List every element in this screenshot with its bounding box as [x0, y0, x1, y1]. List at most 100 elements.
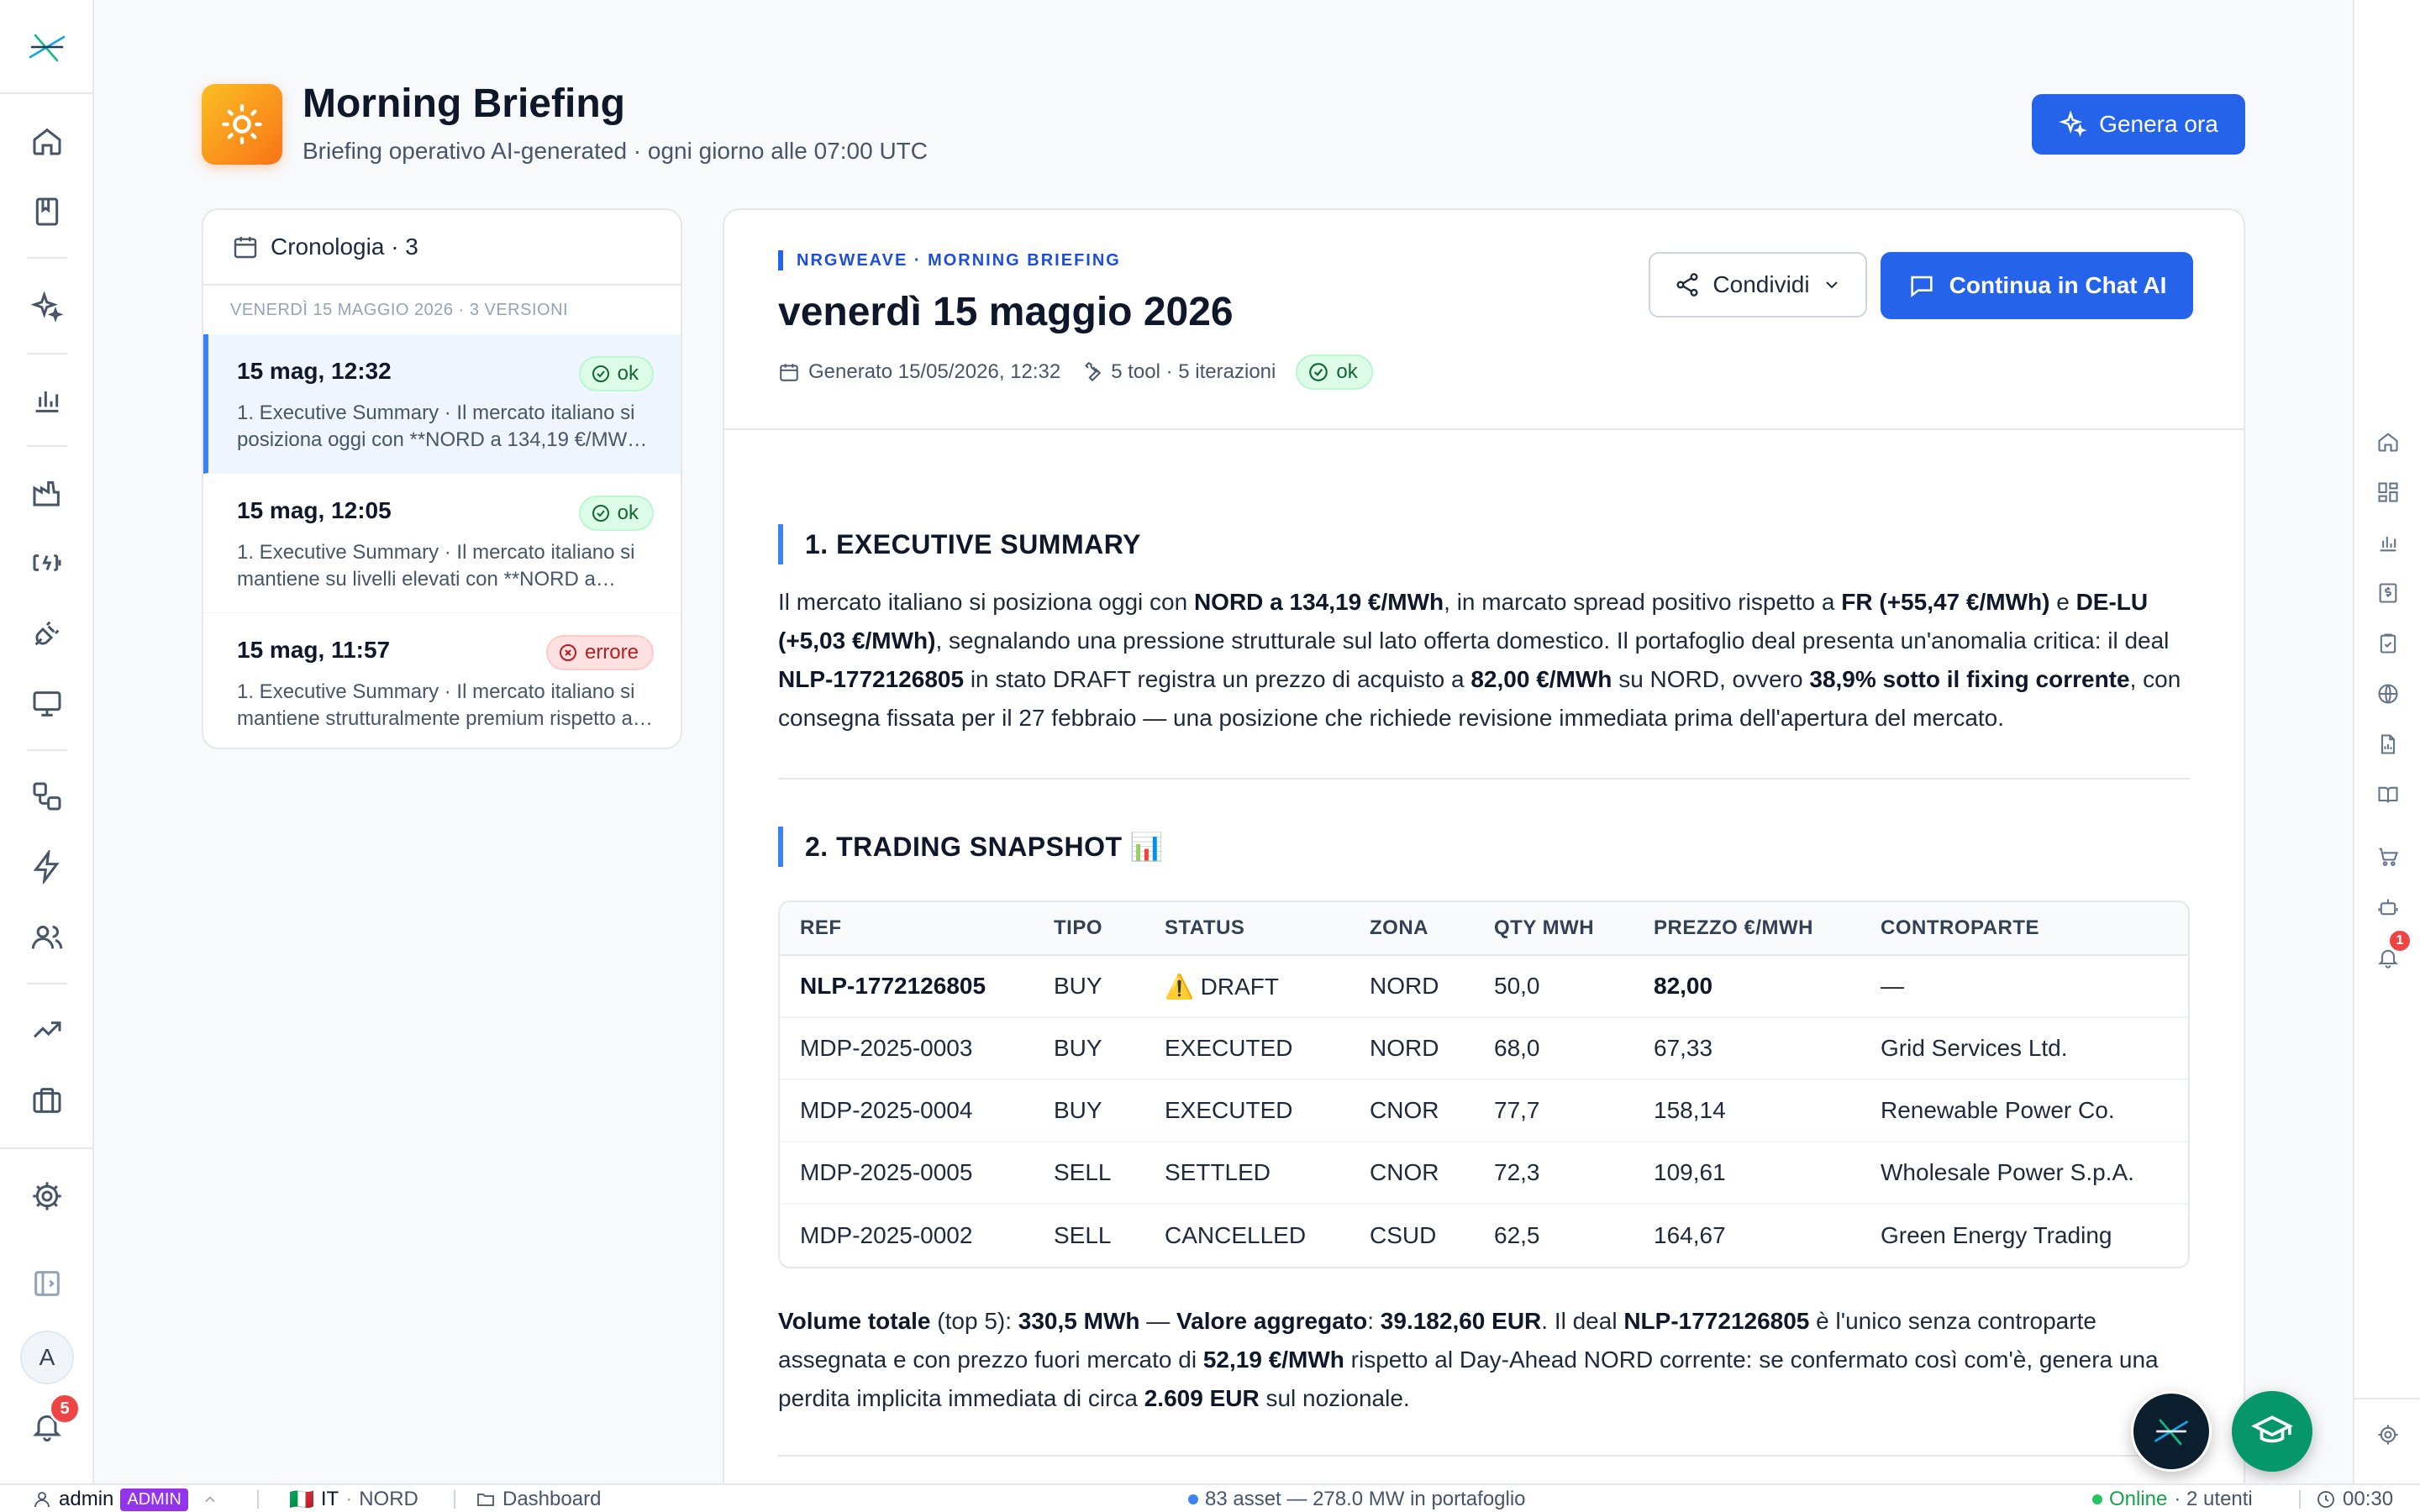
calendar-icon: [780, 364, 798, 381]
status-badge: ok: [578, 496, 654, 531]
deal-counterparty: Green Energy Trading: [1881, 1222, 2112, 1248]
chevron-down-icon: [1825, 281, 1838, 289]
deal-ref: MDP-2025-0002: [800, 1222, 973, 1248]
column-header[interactable]: STATUS: [1144, 902, 1349, 956]
trending-up-icon[interactable]: [27, 1010, 67, 1050]
market-zone-selector[interactable]: 🇮🇹 IT · NORD: [289, 1485, 418, 1512]
portfolio-assets: 83 asset — 278.0 MW in portafoglio: [1205, 1488, 1526, 1510]
dashboard-grid-icon[interactable]: [2373, 477, 2403, 507]
executive-summary-paragraph: Il mercato italiano si posiziona oggi co…: [778, 589, 2181, 731]
table-row[interactable]: MDP-2025-0003 BUY EXECUTED NORD 68,0 67,…: [780, 1018, 2188, 1080]
history-item[interactable]: 15 mag, 11:57 errore 1. Executive Summar…: [203, 613, 681, 748]
battery-charge-icon[interactable]: [27, 543, 67, 583]
share-dropdown-button[interactable]: Condividi: [1649, 252, 1867, 318]
globe-icon[interactable]: [2373, 679, 2403, 709]
deal-type: SELL: [1054, 1222, 1112, 1248]
calendar-icon: [234, 237, 257, 259]
briefcase-icon[interactable]: [27, 1080, 67, 1121]
deal-status: CANCELLED: [1165, 1222, 1307, 1248]
deal-zone: NORD: [1349, 1018, 1474, 1080]
chevron-up-icon: [205, 1496, 215, 1503]
divider: [257, 1490, 259, 1509]
clock-time: 00:30: [2343, 1488, 2394, 1510]
divider: [27, 749, 67, 751]
history-item[interactable]: 15 mag, 12:32 ok 1. Executive Summary · …: [203, 334, 681, 474]
deal-status: ⚠️ DRAFT: [1144, 956, 1349, 1018]
settings-gear-icon[interactable]: [27, 1176, 67, 1216]
cart-icon[interactable]: [2373, 842, 2403, 872]
lightning-icon[interactable]: [27, 847, 67, 887]
divider: [27, 983, 67, 984]
column-header[interactable]: REF: [780, 902, 1034, 956]
clock: 00:30: [2316, 1485, 2393, 1512]
plug-icon[interactable]: [27, 613, 67, 654]
factory-icon[interactable]: [27, 472, 67, 512]
user-icon: [34, 1492, 50, 1508]
generate-now-label: Genera ora: [2099, 111, 2218, 137]
settings-gear-icon[interactable]: [2373, 1420, 2403, 1450]
table-row[interactable]: MDP-2025-0005 SELL SETTLED CNOR 72,3 109…: [780, 1142, 2188, 1205]
breadcrumb[interactable]: Dashboard: [476, 1485, 601, 1512]
deal-counterparty: —: [1860, 956, 2188, 1018]
deal-ref: NLP-1772126805: [780, 956, 1034, 1018]
notification-count-badge: 1: [2388, 929, 2412, 953]
status-badge-label: ok: [617, 362, 639, 385]
online-label: Online: [2109, 1488, 2168, 1510]
portfolio-summary: 83 asset — 278.0 MW in portafoglio: [1188, 1485, 1526, 1512]
bar-chart-icon[interactable]: [27, 380, 67, 420]
home-icon[interactable]: [2373, 427, 2403, 457]
user-avatar[interactable]: A: [20, 1331, 74, 1384]
deal-status: SETTLED: [1144, 1142, 1349, 1205]
workflow-icon[interactable]: [27, 776, 67, 816]
tools-count: 5 tool · 5 iterazioni: [1111, 360, 1276, 383]
deal-qty: 50,0: [1474, 956, 1634, 1018]
history-item[interactable]: 15 mag, 12:05 ok 1. Executive Summary · …: [203, 474, 681, 613]
divider: [0, 1147, 94, 1149]
monitor-icon[interactable]: [27, 684, 67, 724]
section-heading: 2. TRADING SNAPSHOT 📊: [778, 827, 1164, 867]
generate-now-button[interactable]: Genera ora: [2032, 94, 2245, 155]
file-chart-icon[interactable]: [2373, 729, 2403, 759]
clipboard-check-icon[interactable]: [2373, 628, 2403, 659]
history-title: Cronologia · 3: [271, 234, 418, 260]
invoice-dollar-icon[interactable]: [2373, 578, 2403, 608]
bar-chart-icon[interactable]: [2373, 528, 2403, 558]
breadcrumb-label: Dashboard: [502, 1488, 602, 1510]
users-icon[interactable]: [27, 917, 67, 958]
info-dot-icon: [1188, 1494, 1198, 1504]
x-circle-icon: [559, 644, 576, 661]
deal-status: EXECUTED: [1144, 1018, 1349, 1080]
deal-price: 109,61: [1634, 1142, 1860, 1205]
check-circle-icon: [1309, 363, 1328, 381]
column-header[interactable]: ZONA: [1349, 902, 1474, 956]
user-menu[interactable]: admin ADMIN: [32, 1485, 218, 1512]
continue-in-chat-button[interactable]: Continua in Chat AI: [1881, 252, 2193, 319]
collapse-sidebar-icon[interactable]: [27, 1263, 67, 1304]
right-sidebar: 1: [2353, 0, 2420, 1483]
sparkles-icon[interactable]: [27, 287, 67, 328]
page-subtitle: Briefing operativo AI-generated · ogni g…: [302, 138, 928, 164]
deal-type: BUY: [1034, 956, 1144, 1018]
generated-timestamp: Generato 15/05/2026, 12:32: [808, 360, 1061, 383]
app-logo-icon[interactable]: [24, 24, 71, 71]
book-icon[interactable]: [27, 192, 67, 232]
robot-icon[interactable]: [2373, 892, 2403, 922]
deal-type: BUY: [1034, 1080, 1144, 1142]
tutorial-button[interactable]: [2232, 1391, 2312, 1472]
ai-assistant-button[interactable]: [2131, 1391, 2212, 1472]
sun-icon: [202, 84, 282, 165]
table-row[interactable]: MDP-2025-0004 BUY EXECUTED CNOR 77,7 158…: [780, 1080, 2188, 1142]
briefing-header: NRGWEAVE · MORNING BRIEFING venerdì 15 m…: [724, 210, 2244, 430]
table-row[interactable]: MDP-2025-0002 SELL CANCELLED CSUD 62,5 1…: [780, 1205, 2188, 1267]
column-header[interactable]: TIPO: [1034, 902, 1144, 956]
notification-count-badge: 5: [49, 1393, 81, 1425]
left-sidebar: A 5: [0, 0, 94, 1483]
table-row[interactable]: NLP-1772126805 BUY ⚠️ DRAFT NORD 50,0 82…: [780, 956, 2188, 1018]
column-header[interactable]: PREZZO €/MWH: [1634, 902, 1860, 956]
open-book-icon[interactable]: [2373, 780, 2403, 810]
column-header[interactable]: QTY MWH: [1474, 902, 1634, 956]
home-icon[interactable]: [27, 121, 67, 161]
column-header[interactable]: CONTROPARTE: [1860, 902, 2188, 956]
briefing-date-title: venerdì 15 maggio 2026: [778, 290, 1234, 334]
trading-summary-paragraph: Volume totale (top 5): 330,5 MWh — Valor…: [778, 1308, 2159, 1411]
